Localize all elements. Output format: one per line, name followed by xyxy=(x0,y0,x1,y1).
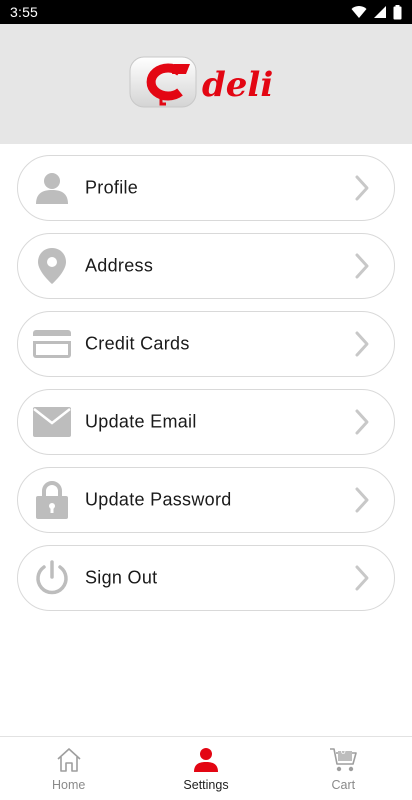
menu-item-label: Address xyxy=(85,255,154,276)
menu-item-sign-out[interactable]: Sign Out xyxy=(17,545,395,611)
menu-item-update-email[interactable]: Update Email xyxy=(17,389,395,455)
menu-item-label: Profile xyxy=(85,177,139,198)
menu-item-label: Update Password xyxy=(85,489,232,510)
envelope-icon xyxy=(32,402,72,442)
status-bar: 3:55 xyxy=(0,0,412,24)
person-icon xyxy=(193,746,219,774)
chevron-right-icon xyxy=(352,485,372,515)
signal-icon xyxy=(374,6,386,18)
menu-item-label: Credit Cards xyxy=(85,333,190,354)
cart-icon: 0 xyxy=(329,745,358,774)
credit-card-icon xyxy=(32,324,72,364)
nav-cart[interactable]: 0 Cart xyxy=(275,737,412,800)
menu-item-credit-cards[interactable]: Credit Cards xyxy=(17,311,395,377)
home-icon xyxy=(56,746,82,774)
menu-item-label: Sign Out xyxy=(85,567,158,588)
nav-label: Settings xyxy=(183,777,229,792)
chevron-right-icon xyxy=(352,563,372,593)
chevron-right-icon xyxy=(352,329,372,359)
nav-label: Cart xyxy=(331,777,356,792)
location-pin-icon xyxy=(32,246,72,286)
status-icons xyxy=(351,4,402,20)
menu-item-address[interactable]: Address xyxy=(17,233,395,299)
bottom-nav: Home Settings 0 Cart xyxy=(0,736,412,800)
menu-item-label: Update Email xyxy=(85,411,197,432)
cart-count-badge: 0 xyxy=(340,745,346,756)
power-icon xyxy=(32,558,72,598)
nav-home[interactable]: Home xyxy=(0,737,137,800)
lock-icon xyxy=(32,480,72,520)
nav-settings[interactable]: Settings xyxy=(137,737,274,800)
menu-item-profile[interactable]: Profile xyxy=(17,155,395,221)
wifi-icon xyxy=(351,6,367,19)
logo-wordmark: deli xyxy=(202,65,273,105)
chevron-right-icon xyxy=(352,173,372,203)
menu-item-update-password[interactable]: Update Password xyxy=(17,467,395,533)
nav-label: Home xyxy=(51,777,86,792)
person-icon xyxy=(32,168,72,208)
chevron-right-icon xyxy=(352,251,372,281)
status-time: 3:55 xyxy=(10,4,39,20)
chevron-right-icon xyxy=(352,407,372,437)
app-header: deli xyxy=(0,24,412,144)
battery-icon xyxy=(393,4,402,19)
brand-logo: deli xyxy=(128,54,284,114)
